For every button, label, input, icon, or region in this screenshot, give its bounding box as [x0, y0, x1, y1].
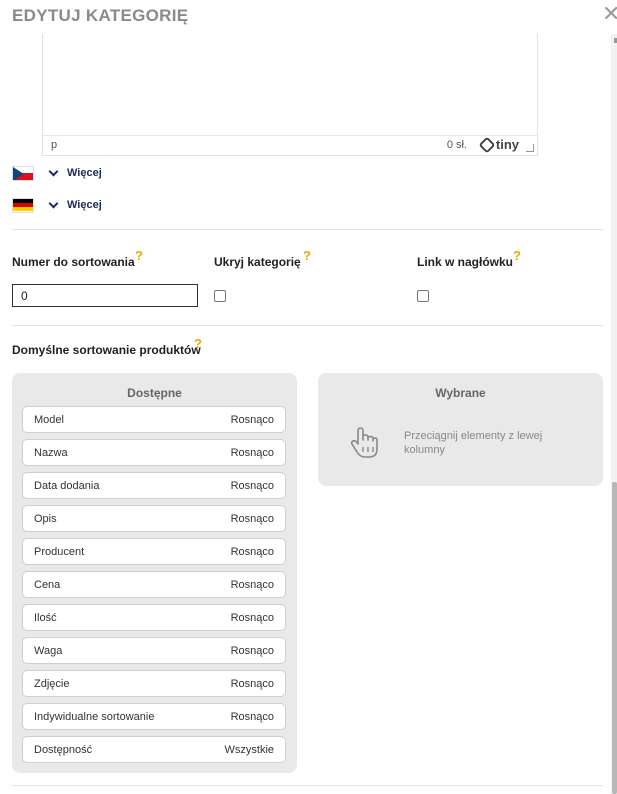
language-row-de: Więcej — [12, 197, 102, 213]
sort-option-direction[interactable]: Rosnąco — [231, 678, 274, 690]
help-icon[interactable]: ? — [135, 248, 143, 263]
sort-option-direction[interactable]: Rosnąco — [231, 513, 274, 525]
more-toggle-label: Więcej — [67, 199, 102, 211]
tiny-brand-link[interactable]: tiny — [478, 136, 519, 153]
section-divider — [12, 785, 603, 786]
section-divider — [12, 325, 603, 326]
more-toggle-de[interactable]: Więcej — [48, 198, 102, 211]
help-icon[interactable]: ? — [513, 248, 521, 263]
sort-option-item[interactable]: Ilość Rosnąco — [22, 604, 286, 631]
sort-option-item[interactable]: Dostępność Wszystkie — [22, 736, 286, 763]
sort-option-name: Dostępność — [34, 744, 93, 756]
sort-option-item[interactable]: Model Rosnąco — [22, 406, 286, 433]
selected-sort-panel[interactable]: Wybrane Przeciągnij elementy z lewej kol… — [318, 373, 603, 486]
sort-option-direction[interactable]: Rosnąco — [231, 480, 274, 492]
more-toggle-label: Więcej — [67, 167, 102, 179]
sort-option-item[interactable]: Producent Rosnąco — [22, 538, 286, 565]
drop-hint-text: Przeciągnij elementy z lewej kolumny — [404, 430, 543, 456]
sort-option-name: Cena — [34, 579, 61, 591]
sort-option-direction[interactable]: Rosnąco — [231, 711, 274, 723]
hide-category-checkbox[interactable] — [214, 290, 226, 302]
sort-option-item[interactable]: Waga Rosnąco — [22, 637, 286, 664]
editor-element-path[interactable]: p — [51, 139, 57, 151]
sort-option-name: Producent — [34, 546, 85, 558]
de-flag-icon — [12, 197, 34, 213]
sort-option-name: Indywidualne sortowanie — [34, 711, 155, 723]
header-link-label: Link w nagłówku — [417, 255, 514, 269]
drag-hand-icon — [350, 427, 378, 458]
sort-option-name: Nazwa — [34, 447, 68, 459]
tiny-logo-icon — [478, 136, 496, 153]
sort-option-name: Opis — [34, 513, 57, 525]
sort-option-direction[interactable]: Rosnąco — [231, 546, 274, 558]
chevron-down-icon — [48, 198, 59, 208]
sort-option-item[interactable]: Opis Rosnąco — [22, 505, 286, 532]
sort-option-item[interactable]: Cena Rosnąco — [22, 571, 286, 598]
product-sorting-label: Domyślne sortowanie produktów — [12, 343, 201, 357]
sort-option-item[interactable]: Data dodania Rosnąco — [22, 472, 286, 499]
cz-flag-icon — [12, 165, 34, 181]
tiny-brand-label: tiny — [495, 137, 519, 152]
close-icon[interactable]: ✕ — [602, 3, 617, 25]
editor-statusbar: p 0 sł. tiny — [43, 135, 537, 155]
selected-panel-title: Wybrane — [435, 386, 486, 400]
editor-word-count: 0 sł. — [446, 139, 467, 151]
resize-handle-icon[interactable] — [526, 144, 534, 152]
sort-option-direction[interactable]: Rosnąco — [231, 612, 274, 624]
sort-option-name: Waga — [34, 645, 63, 657]
sort-option-item[interactable]: Indywidualne sortowanie Rosnąco — [22, 703, 286, 730]
sort-option-direction[interactable]: Rosnąco — [231, 414, 274, 426]
sort-number-label: Numer do sortowania — [12, 255, 135, 269]
sort-option-item[interactable]: Zdjęcie Rosnąco — [22, 670, 286, 697]
section-divider — [12, 229, 603, 230]
sort-option-name: Data dodania — [34, 480, 100, 492]
scrollbar-thumb[interactable] — [612, 482, 617, 794]
chevron-down-icon — [48, 166, 59, 176]
modal-title: EDYTUJ KATEGORIĘ — [12, 6, 189, 25]
rich-text-editor[interactable]: p 0 sł. tiny — [42, 34, 538, 156]
sort-number-input[interactable] — [12, 284, 198, 307]
help-icon[interactable]: ? — [303, 248, 311, 263]
sort-option-direction[interactable]: Rosnąco — [231, 579, 274, 591]
more-toggle-cz[interactable]: Więcej — [48, 166, 102, 179]
sort-option-name: Ilość — [34, 612, 57, 624]
sort-option-direction[interactable]: Rosnąco — [231, 645, 274, 657]
sort-option-name: Zdjęcie — [34, 678, 70, 690]
help-icon[interactable]: ? — [194, 336, 202, 351]
available-sort-panel: Dostępne Model Rosnąco Nazwa Rosnąco Data do… — [12, 373, 297, 773]
hide-category-label: Ukryj kategorię — [214, 255, 301, 269]
sort-option-direction[interactable]: Wszystkie — [225, 744, 275, 756]
sort-option-direction[interactable]: Rosnąco — [231, 447, 274, 459]
sort-option-name: Model — [34, 414, 64, 426]
available-panel-title: Dostępne — [127, 386, 182, 400]
header-link-checkbox[interactable] — [417, 290, 429, 302]
sort-option-item[interactable]: Nazwa Rosnąco — [22, 439, 286, 466]
language-row-cz: Więcej — [12, 165, 102, 181]
